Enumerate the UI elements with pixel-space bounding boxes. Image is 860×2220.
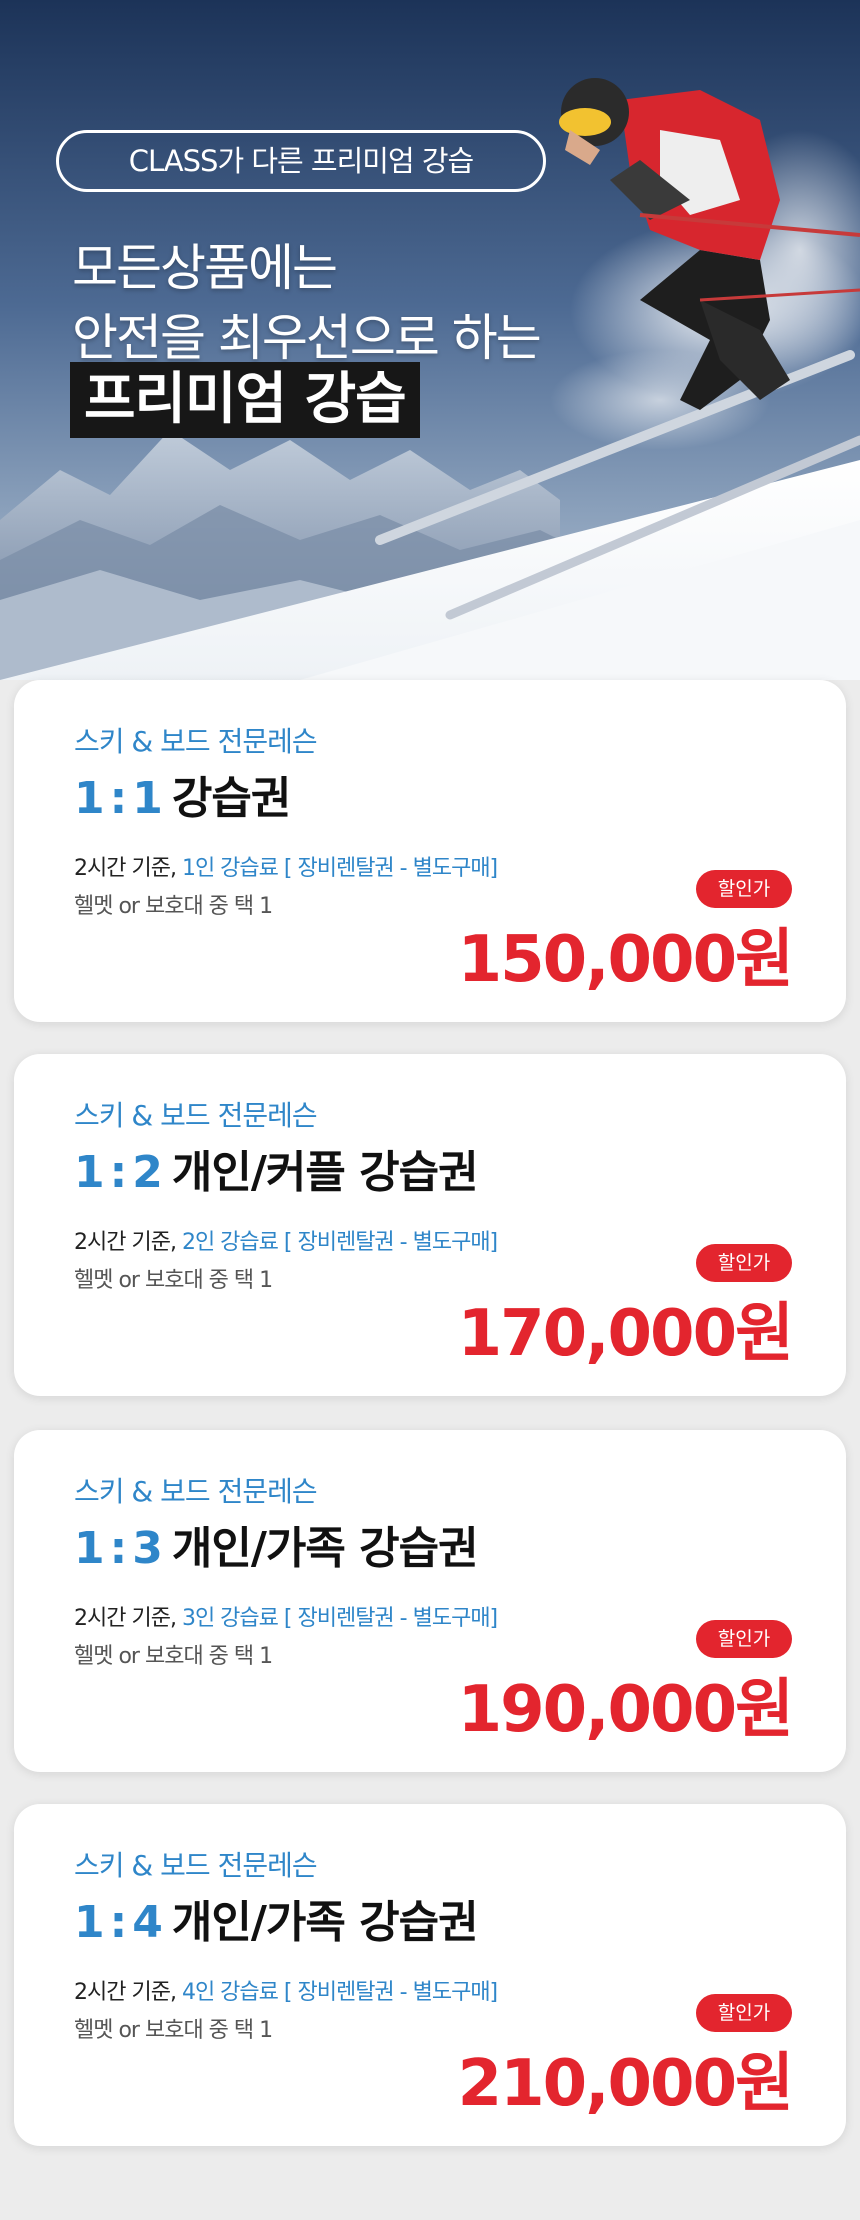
card-ratio: 1:3 (74, 1523, 163, 1574)
card-price: 170,000원 (457, 1297, 794, 1371)
card-price: 150,000원 (457, 923, 794, 997)
card-category: 스키 & 보드 전문레슨 (74, 1475, 318, 1508)
hero-banner: CLASS가 다른 프리미엄 강습 모든상품에는 안전을 최우선으로 하는 프리… (0, 0, 860, 680)
card-category: 스키 & 보드 전문레슨 (74, 725, 318, 758)
card-title: 1:1 강습권 (74, 762, 291, 826)
lesson-card-1on2[interactable]: 스키 & 보드 전문레슨 1:2 개인/커플 강습권 2시간 기준, 2인 강습료… (14, 1054, 846, 1396)
card-title: 1:2 개인/커플 강습권 (74, 1136, 479, 1200)
card-category: 스키 & 보드 전문레슨 (74, 1849, 318, 1882)
hero-highlight-text: 프리미엄 강습 (70, 362, 420, 438)
card-description-line1: 2시간 기준, 1인 강습료 [ 장비렌탈권 - 별도구매] (74, 856, 498, 881)
card-title: 1:3 개인/가족 강습권 (74, 1512, 479, 1576)
lesson-card-1on4[interactable]: 스키 & 보드 전문레슨 1:4 개인/가족 강습권 2시간 기준, 4인 강습료… (14, 1804, 846, 2146)
lesson-card-1on1[interactable]: 스키 & 보드 전문레슨 1:1 강습권 2시간 기준, 1인 강습료 [ 장비렌… (14, 680, 846, 1022)
card-description-line2: 헬멧 or 보호대 중 택 1 (74, 1644, 273, 1669)
card-description-line1: 2시간 기준, 3인 강습료 [ 장비렌탈권 - 별도구매] (74, 1606, 498, 1631)
discount-badge: 할인가 (696, 870, 792, 908)
card-description-line2: 헬멧 or 보호대 중 택 1 (74, 1268, 273, 1293)
card-description-line2: 헬멧 or 보호대 중 택 1 (74, 2018, 273, 2043)
card-ratio: 1:4 (74, 1897, 163, 1948)
card-description-line2: 헬멧 or 보호대 중 택 1 (74, 894, 273, 919)
discount-badge: 할인가 (696, 1620, 792, 1658)
card-ratio: 1:2 (74, 1147, 163, 1198)
hero-tagline-pill: CLASS가 다른 프리미엄 강습 (56, 130, 546, 192)
card-price: 210,000원 (457, 2047, 794, 2121)
card-category: 스키 & 보드 전문레슨 (74, 1099, 318, 1132)
lesson-card-1on3[interactable]: 스키 & 보드 전문레슨 1:3 개인/가족 강습권 2시간 기준, 3인 강습료… (14, 1430, 846, 1772)
discount-badge: 할인가 (696, 1244, 792, 1282)
hero-headline-line2: 안전을 최우선으로 하는 (72, 309, 542, 367)
card-title: 1:4 개인/가족 강습권 (74, 1886, 479, 1950)
card-product-name: 강습권 (171, 773, 291, 824)
card-product-name: 개인/커플 강습권 (171, 1147, 479, 1198)
card-price: 190,000원 (457, 1673, 794, 1747)
card-ratio: 1:1 (74, 773, 163, 824)
discount-badge: 할인가 (696, 1994, 792, 2032)
card-description-line1: 2시간 기준, 4인 강습료 [ 장비렌탈권 - 별도구매] (74, 1980, 498, 2005)
card-product-name: 개인/가족 강습권 (171, 1897, 479, 1948)
hero-headline-line1: 모든상품에는 (72, 239, 338, 297)
card-description-line1: 2시간 기준, 2인 강습료 [ 장비렌탈권 - 별도구매] (74, 1230, 498, 1255)
card-product-name: 개인/가족 강습권 (171, 1523, 479, 1574)
